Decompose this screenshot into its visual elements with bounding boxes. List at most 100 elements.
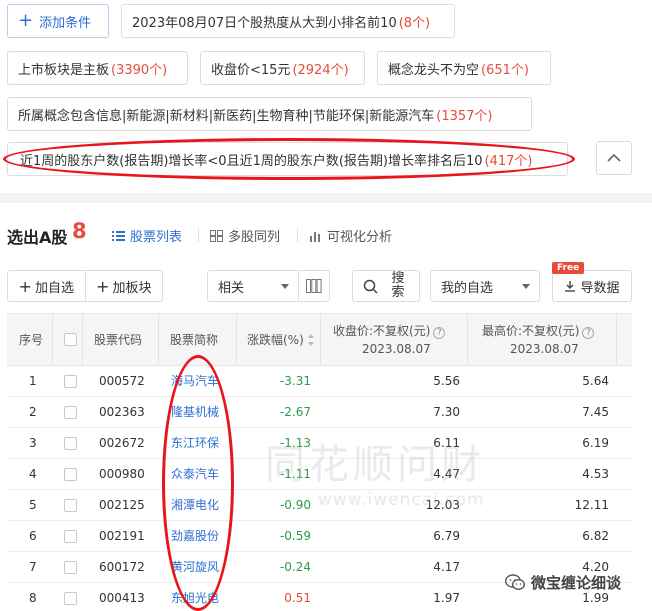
cell-high: 4.53 [582,467,609,481]
tab-multi-stock[interactable]: 多股同列 [210,226,280,245]
add-condition-button[interactable]: + 添加条件 [7,4,109,38]
plus-icon: + [18,276,32,296]
cell-code: 600172 [99,560,145,574]
plus-icon: + [18,10,34,31]
cell-stock-name-link[interactable]: 海马汽车 [171,366,219,397]
header-name[interactable]: 股票简称 [170,314,218,365]
row-checkbox[interactable] [64,406,77,419]
search-icon [363,279,378,294]
header-close-date: 2023.08.07 [362,342,431,356]
cell-close: 6.79 [433,529,460,543]
bar-chart-icon [310,231,320,242]
condition-chip-close-price[interactable]: 收盘价<15元 (2924个) [200,51,365,85]
cell-index: 6 [29,529,37,543]
header-high[interactable]: 最高价:不复权(元)? [482,322,595,339]
condition-text: 概念龙头不为空 [388,62,480,78]
cell-stock-name-link[interactable]: 隆基机械 [171,397,219,428]
condition-chip-concepts[interactable]: 所属概念包含信息|新能源|新材料|新医药|生物育种|节能环保|新能源汽车 (135… [7,97,532,131]
row-checkbox[interactable] [64,561,77,574]
cell-close: 6.11 [433,436,460,450]
table-row[interactable]: 3 002672 东江环保 -1.13 6.11 6.19 [7,428,632,459]
watchlist-button-group: + 加自选 + 加板块 [7,270,163,302]
cell-code: 002363 [99,405,145,419]
cell-index: 4 [29,467,37,481]
row-checkbox[interactable] [64,468,77,481]
cell-code: 002191 [99,529,145,543]
caret-down-icon [281,284,289,289]
condition-chip-main-board[interactable]: 上市板块是主板 (3390个) [7,51,188,85]
condition-chip-hot-rank[interactable]: 2023年08月07日个股热度从大到小排名前10 (8个) [121,4,455,38]
search-button[interactable]: 搜索 [352,270,420,302]
header-divider [236,313,237,366]
cell-high: 6.19 [582,436,609,450]
cell-stock-name-link[interactable]: 黄河旋风 [171,552,219,583]
list-icon [112,230,125,241]
condition-chip-concept-leader[interactable]: 概念龙头不为空 (651个) [377,51,551,85]
row-checkbox[interactable] [64,592,77,605]
condition-text: 近1周的股东户数(报告期)增长率<0且近1周的股东户数(报告期)增长率排名后10 [20,153,483,169]
table-row[interactable]: 5 002125 湘潭电化 -0.90 12.03 12.11 [7,490,632,521]
grid-icon [210,229,223,242]
table-row[interactable]: 2 002363 隆基机械 -2.67 7.30 7.45 [7,397,632,428]
add-watchlist-button[interactable]: + 加自选 [8,271,85,301]
table-row[interactable]: 4 000980 众泰汽车 -1.11 4.47 4.53 [7,459,632,490]
condition-chip-shareholder-growth[interactable]: 近1周的股东户数(报告期)增长率<0且近1周的股东户数(报告期)增长率排名后10… [7,142,568,176]
cell-high: 7.45 [582,405,609,419]
tab-label: 股票列表 [130,230,183,245]
header-divider [616,313,617,366]
header-code[interactable]: 股票代码 [94,314,142,365]
cell-index: 8 [29,591,37,605]
columns-icon [305,279,322,293]
tab-label: 可视化分析 [327,230,393,245]
column-settings-button[interactable] [298,270,330,302]
condition-count: (2924个) [292,62,349,78]
export-label: 导数据 [580,280,620,296]
header-close[interactable]: 收盘价:不复权(元)? [333,322,446,339]
row-checkbox[interactable] [64,530,77,543]
cell-code: 000413 [99,591,145,605]
add-sector-button[interactable]: + 加板块 [84,271,163,301]
download-icon [565,281,576,292]
table-row[interactable]: 1 000572 海马汽车 -3.31 5.56 5.64 [7,366,632,397]
result-title: 选出A股 [7,228,68,247]
sort-select[interactable]: 相关 [207,270,299,302]
my-watchlist-select[interactable]: 我的自选 [430,270,540,302]
cell-close: 4.17 [433,560,460,574]
row-checkbox[interactable] [64,375,77,388]
chevron-up-icon [607,153,621,162]
header-index: 序号 [19,333,44,347]
condition-text: 2023年08月07日个股热度从大到小排名前10 [132,15,397,31]
cell-index: 7 [29,560,37,574]
add-condition-label: 添加条件 [39,15,92,31]
header-change[interactable]: 涨跌幅(%) [247,314,315,365]
cell-change: -0.24 [279,560,311,574]
cell-close: 5.56 [433,374,460,388]
cell-change: -1.13 [279,436,311,450]
row-checkbox[interactable] [64,499,77,512]
cell-change: -1.11 [279,467,311,481]
collapse-conditions-button[interactable] [596,141,632,175]
table-row[interactable]: 6 002191 劲嘉股份 -0.59 6.79 6.82 [7,521,632,552]
plus-icon: + [96,276,110,296]
cell-stock-name-link[interactable]: 湘潭电化 [171,490,219,521]
tab-stock-list[interactable]: 股票列表 [112,226,182,245]
header-divider [158,313,159,366]
wechat-account-name: 微宝缠论细谈 [531,574,622,592]
cell-close: 1.97 [433,591,460,605]
cell-stock-name-link[interactable]: 劲嘉股份 [171,521,219,552]
cell-change: 0.51 [284,591,311,605]
export-data-button[interactable]: 导数据 [552,270,632,302]
sort-select-value: 相关 [218,280,245,296]
tab-visual-analysis[interactable]: 可视化分析 [309,226,392,245]
cell-stock-name-link[interactable]: 东江环保 [171,428,219,459]
search-label: 搜索 [391,271,405,300]
condition-count: (3390个) [111,62,168,78]
cell-code: 000572 [99,374,145,388]
my-watchlist-value: 我的自选 [441,280,494,296]
cell-code: 002125 [99,498,145,512]
cell-stock-name-link[interactable]: 众泰汽车 [171,459,219,490]
select-all-checkbox[interactable] [64,333,77,346]
row-checkbox[interactable] [64,437,77,450]
cell-stock-name-link[interactable]: 东旭光电 [171,583,219,611]
header-divider [467,313,468,366]
